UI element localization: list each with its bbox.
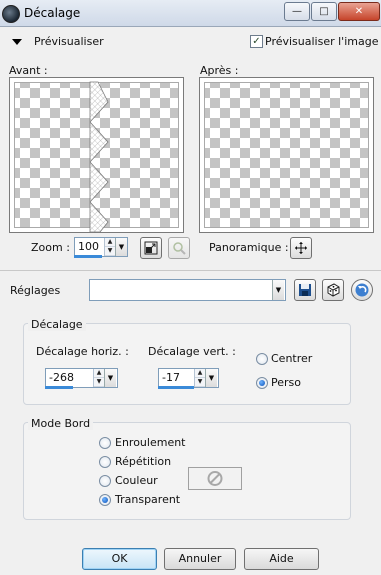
vert-offset-spinbox[interactable]: -17 ▲ ▼ ▼ <box>158 368 219 388</box>
zoom-slider[interactable] <box>74 255 102 258</box>
repeat-radio[interactable] <box>99 456 111 468</box>
preset-combobox[interactable]: ▼ <box>89 279 286 301</box>
zoom-value[interactable]: 100 <box>78 240 99 253</box>
vert-offset-slider[interactable] <box>158 386 194 389</box>
before-preview[interactable] <box>9 77 184 233</box>
magnifier-icon <box>173 242 186 255</box>
before-label: Avant : <box>9 64 48 77</box>
horiz-offset-value[interactable]: -268 <box>49 371 74 384</box>
after-preview[interactable] <box>199 77 374 233</box>
undo-arrow-icon <box>355 283 369 297</box>
vert-dropdown-icon[interactable]: ▼ <box>205 369 217 387</box>
zoom-actual-button[interactable] <box>168 237 190 259</box>
after-label: Après : <box>200 64 239 77</box>
color-radio-label[interactable]: Couleur <box>115 474 158 487</box>
horiz-offset-spinbox[interactable]: -268 ▲ ▼ ▼ <box>45 368 118 388</box>
pan-label: Panoramique : <box>209 241 289 254</box>
close-button[interactable]: ✕ <box>338 2 380 21</box>
custom-radio[interactable] <box>256 377 268 389</box>
vert-offset-label: Décalage vert. : <box>148 345 236 358</box>
move-arrows-icon <box>295 242 307 254</box>
preview-toggle-label[interactable]: Prévisualiser <box>34 35 104 48</box>
center-radio[interactable] <box>256 353 268 365</box>
preview-image-label: Prévisualiser l'image <box>265 35 379 48</box>
app-icon <box>2 5 20 23</box>
preview-image-checkbox[interactable]: ✓ <box>250 35 263 48</box>
horiz-dropdown-icon[interactable]: ▼ <box>104 369 116 387</box>
zoom-spin-arrows[interactable]: ▲ ▼ <box>104 238 115 256</box>
save-preset-button[interactable] <box>294 279 316 301</box>
center-radio-label[interactable]: Centrer <box>271 352 312 365</box>
vert-offset-value[interactable]: -17 <box>162 371 180 384</box>
fit-window-icon <box>144 241 158 255</box>
minimize-button[interactable]: — <box>284 2 310 21</box>
window-title: Décalage <box>24 6 81 20</box>
zoom-spinbox[interactable]: 100 ▲ ▼ ▼ <box>74 237 128 257</box>
zoom-to-fit-button[interactable] <box>140 237 162 259</box>
transparent-radio-label[interactable]: Transparent <box>115 493 180 506</box>
custom-radio-label[interactable]: Perso <box>271 376 301 389</box>
edge-mode-group-title: Mode Bord <box>28 417 94 430</box>
zoom-dropdown-icon[interactable]: ▼ <box>115 238 127 256</box>
vert-spin-arrows[interactable]: ▲ ▼ <box>194 369 205 387</box>
wrap-radio-label[interactable]: Enroulement <box>115 436 186 449</box>
repeat-radio-label[interactable]: Répétition <box>115 455 171 468</box>
ok-button[interactable]: OK <box>82 548 157 570</box>
horiz-offset-label: Décalage horiz. : <box>36 345 129 358</box>
horiz-spin-arrows[interactable]: ▲ ▼ <box>93 369 104 387</box>
diamond-pattern-image <box>89 81 109 232</box>
reset-button[interactable] <box>351 279 373 301</box>
preset-dropdown-icon[interactable]: ▼ <box>272 280 284 300</box>
help-button[interactable]: Aide <box>244 548 319 570</box>
horiz-offset-slider[interactable] <box>45 386 73 389</box>
cancel-button[interactable]: Annuler <box>164 548 236 570</box>
maximize-button[interactable]: □ <box>311 2 337 21</box>
color-radio[interactable] <box>99 475 111 487</box>
pan-button[interactable] <box>290 237 312 259</box>
separator <box>0 270 381 271</box>
floppy-disk-icon <box>299 284 311 296</box>
settings-label: Réglages <box>10 284 61 297</box>
zoom-label: Zoom : <box>31 241 70 254</box>
disabled-icon <box>207 471 223 486</box>
color-swatch-disabled[interactable] <box>188 467 242 490</box>
dice-icon <box>327 283 340 297</box>
offset-group-title: Décalage <box>28 318 86 331</box>
edge-mode-group <box>23 422 351 520</box>
title-bar: Décalage — □ ✕ <box>0 0 381 27</box>
wrap-radio[interactable] <box>99 437 111 449</box>
collapse-arrow-icon[interactable] <box>12 39 22 45</box>
random-button[interactable] <box>322 279 344 301</box>
transparent-radio[interactable] <box>99 494 111 506</box>
